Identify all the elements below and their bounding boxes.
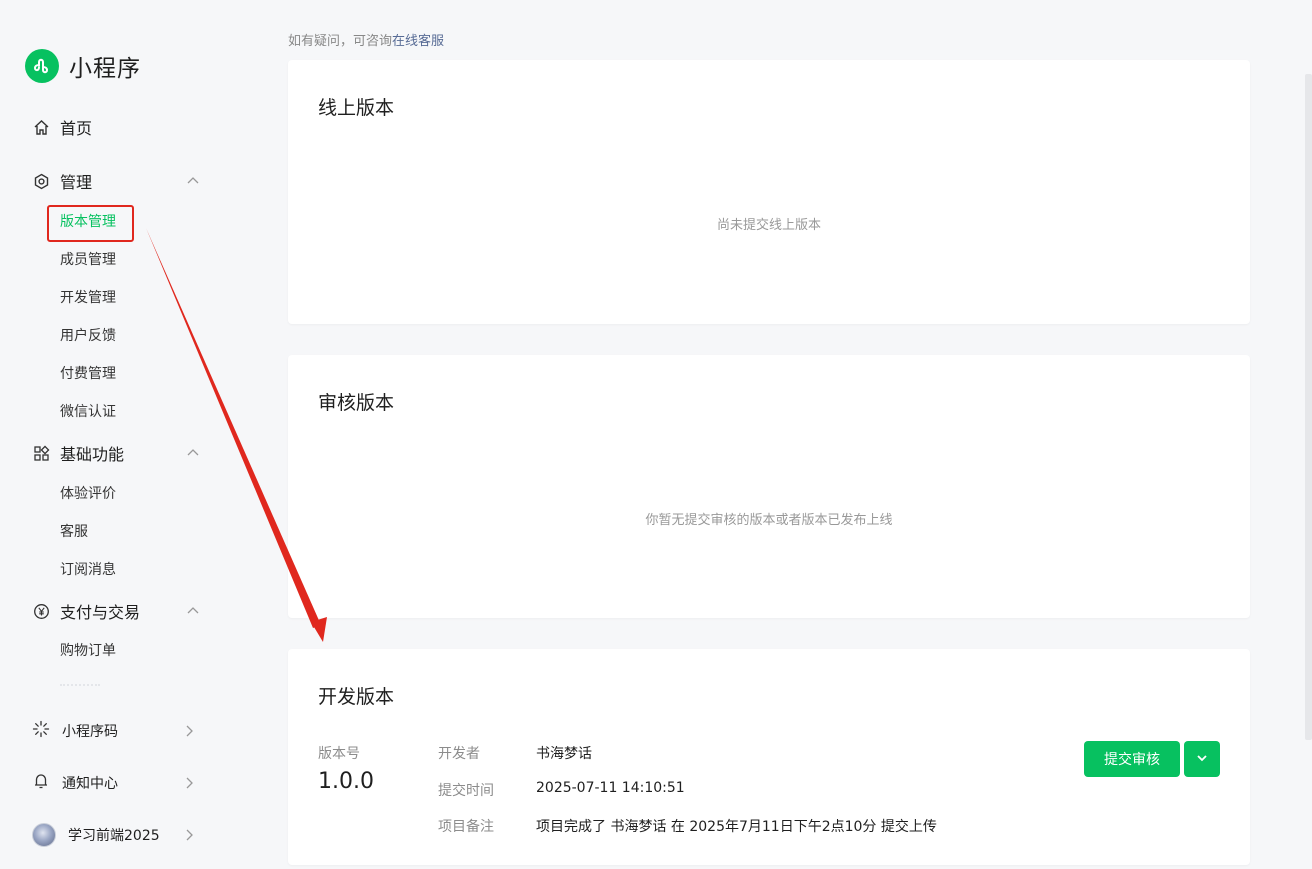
- chevron-right-icon: [182, 724, 196, 742]
- nav-basic-label: 基础功能: [60, 445, 125, 464]
- sidebar-item-experience-rating[interactable]: 体验评价: [60, 484, 116, 504]
- sidebar-item-user-feedback[interactable]: 用户反馈: [60, 326, 116, 346]
- dev-version-title: 开发版本: [318, 686, 395, 708]
- review-version-card: 审核版本 你暂无提交审核的版本或者版本已发布上线: [288, 355, 1250, 618]
- more-actions-dropdown-button[interactable]: [1184, 741, 1220, 777]
- nav-basic-functions[interactable]: 基础功能: [32, 440, 202, 466]
- online-service-link[interactable]: 在线客服: [392, 34, 444, 49]
- submit-review-button[interactable]: 提交审核: [1084, 741, 1180, 777]
- sidebar: 小程序 首页 管理 版本管理 成员管理 开发管理 用户反馈 付费管理 微信认证 …: [0, 0, 240, 869]
- version-number: 1.0.0: [318, 769, 374, 794]
- review-version-title: 审核版本: [318, 392, 395, 414]
- chevron-right-icon: [182, 776, 196, 794]
- yuan-currency-icon: [32, 602, 50, 620]
- app-title: 小程序: [69, 56, 141, 82]
- nav-notify-center[interactable]: 通知中心: [32, 770, 198, 796]
- nav-manage[interactable]: 管理: [32, 168, 202, 194]
- nav-pay-label: 支付与交易: [60, 603, 141, 622]
- scroll-fade-divider: [60, 684, 100, 686]
- dev-version-card: 开发版本 版本号 1.0.0 开发者 书海梦话 提交时间 2025-07-11 …: [288, 649, 1250, 865]
- submit-time-value: 2025-07-11 14:10:51: [536, 780, 685, 796]
- nav-home[interactable]: 首页: [32, 114, 202, 140]
- home-icon: [32, 118, 50, 136]
- chevron-up-icon: [186, 445, 200, 464]
- chevron-up-icon: [186, 603, 200, 622]
- nav-pay-trade[interactable]: 支付与交易: [32, 598, 202, 624]
- sidebar-item-wechat-verify[interactable]: 微信认证: [60, 402, 116, 422]
- qrcode-sun-icon: [32, 720, 50, 742]
- user-name: 学习前端2025: [68, 828, 160, 844]
- annotation-highlight-box: [47, 205, 134, 242]
- online-version-empty-text: 尚未提交线上版本: [716, 218, 821, 233]
- online-version-card: 线上版本 尚未提交线上版本: [288, 60, 1250, 324]
- nav-notify-label: 通知中心: [62, 776, 118, 792]
- version-number-label: 版本号: [318, 746, 360, 762]
- online-version-title: 线上版本: [318, 97, 395, 119]
- mini-program-logo-icon: [25, 49, 59, 83]
- help-hint: 如有疑问，可咨询在线客服: [288, 30, 444, 49]
- developer-label: 开发者: [438, 746, 480, 762]
- chevron-up-icon: [186, 173, 200, 192]
- nav-user-account[interactable]: 学习前端2025: [32, 822, 198, 848]
- sidebar-item-dev-manage[interactable]: 开发管理: [60, 288, 116, 308]
- submit-time-label: 提交时间: [438, 783, 494, 799]
- review-version-empty-text: 你暂无提交审核的版本或者版本已发布上线: [645, 513, 893, 528]
- nav-qrcode[interactable]: 小程序码: [32, 718, 198, 744]
- nav-qrcode-label: 小程序码: [62, 724, 118, 740]
- sidebar-item-shopping-orders[interactable]: 购物订单: [60, 641, 116, 661]
- nav-manage-label: 管理: [60, 173, 93, 192]
- project-note-value: 项目完成了 书海梦话 在 2025年7月11日下午2点10分 提交上传: [536, 819, 937, 835]
- chevron-down-icon: [1195, 751, 1209, 768]
- avatar: [32, 823, 56, 847]
- help-hint-text: 如有疑问，可咨询: [288, 34, 393, 49]
- sidebar-item-customer-service[interactable]: 客服: [60, 522, 88, 542]
- sidebar-item-subscribe-message[interactable]: 订阅消息: [60, 560, 116, 580]
- nav-home-label: 首页: [60, 119, 93, 138]
- sidebar-item-member-manage[interactable]: 成员管理: [60, 250, 116, 270]
- page-scrollbar[interactable]: [1305, 74, 1312, 740]
- developer-value: 书海梦话: [536, 746, 592, 762]
- bell-icon: [32, 772, 50, 794]
- chevron-right-icon: [182, 828, 196, 846]
- grid-apps-icon: [32, 444, 50, 462]
- sidebar-item-paid-manage[interactable]: 付费管理: [60, 364, 116, 384]
- project-note-label: 项目备注: [438, 819, 494, 835]
- settings-hexagon-icon: [32, 172, 50, 190]
- app-logo[interactable]: 小程序: [25, 49, 141, 83]
